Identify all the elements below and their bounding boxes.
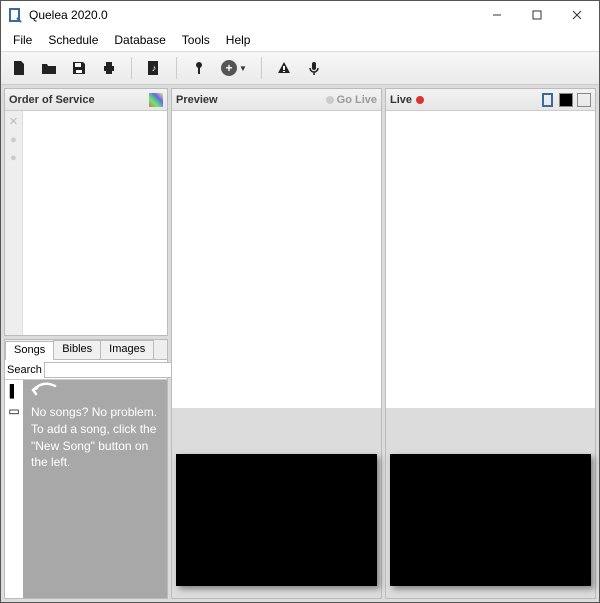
toolbar-separator — [261, 57, 262, 79]
tab-images[interactable]: Images — [100, 340, 154, 359]
preview-slides-list[interactable] — [172, 111, 381, 408]
theme-icon[interactable] — [149, 93, 163, 107]
maximize-button[interactable] — [517, 1, 557, 29]
songs-actions-strip: ▌ ▭ — [5, 380, 23, 598]
plus-icon: + — [221, 60, 237, 76]
new-song-button[interactable]: ♪ — [142, 56, 166, 80]
search-row: Search ✕ — [5, 360, 167, 380]
search-input[interactable] — [44, 362, 192, 378]
close-button[interactable] — [557, 1, 597, 29]
menu-schedule[interactable]: Schedule — [40, 31, 106, 49]
print-button[interactable] — [97, 56, 121, 80]
tab-songs[interactable]: Songs — [5, 341, 54, 360]
remove-item-button[interactable]: ✕ — [9, 115, 18, 128]
manage-notices-button[interactable] — [272, 56, 296, 80]
go-live-label: Go Live — [337, 94, 377, 106]
move-down-button[interactable]: ● — [10, 152, 17, 164]
preview-display — [176, 454, 377, 586]
svg-text:♪: ♪ — [152, 63, 157, 73]
live-header: Live — [386, 89, 595, 111]
open-schedule-button[interactable] — [37, 56, 61, 80]
left-column: Order of Service ✕ ● ● Songs Bibles — [4, 88, 168, 599]
preview-panel: Preview Go Live — [171, 88, 382, 599]
live-indicator-icon — [416, 96, 424, 104]
order-of-service-panel: Order of Service ✕ ● ● — [4, 88, 168, 336]
copy-to-schedule-button[interactable]: ▌ — [10, 384, 19, 398]
order-panel-title: Order of Service — [9, 94, 95, 106]
menubar: File Schedule Database Tools Help — [1, 29, 599, 51]
save-schedule-button[interactable] — [67, 56, 91, 80]
toolbar-separator — [131, 57, 132, 79]
add-item-dropdown[interactable]: + ▼ — [217, 56, 251, 80]
new-schedule-button[interactable] — [7, 56, 31, 80]
move-up-button[interactable]: ● — [10, 134, 17, 146]
live-body — [386, 111, 595, 598]
chevron-down-icon: ▼ — [239, 64, 247, 73]
song-options-button[interactable]: ▭ — [8, 404, 19, 418]
preview-column: Preview Go Live — [171, 88, 382, 599]
menu-file[interactable]: File — [5, 31, 40, 49]
empty-songs-text: No songs? No problem. To add a song, cli… — [31, 404, 159, 471]
hint-arrow-icon — [29, 382, 57, 398]
toolbar: ♪ + ▼ — [1, 51, 599, 85]
empty-songs-hint: No songs? No problem. To add a song, cli… — [23, 380, 167, 598]
black-screen-button[interactable] — [559, 93, 573, 107]
record-button[interactable] — [302, 56, 326, 80]
go-live-dot-icon — [326, 96, 334, 104]
live-column: Live — [385, 88, 596, 599]
preview-monitor-area — [172, 408, 381, 598]
live-display — [390, 454, 591, 586]
menu-database[interactable]: Database — [106, 31, 173, 49]
preview-header: Preview Go Live — [172, 89, 381, 111]
titlebar: Quelea 2020.0 — [1, 1, 599, 29]
live-monitor-area — [386, 408, 595, 598]
clear-screen-button[interactable] — [577, 93, 591, 107]
order-panel-header: Order of Service — [5, 89, 167, 111]
quick-insert-button[interactable] — [187, 56, 211, 80]
order-actions-strip: ✕ ● ● — [5, 111, 23, 335]
live-title: Live — [390, 94, 412, 106]
menu-help[interactable]: Help — [218, 31, 259, 49]
minimize-button[interactable] — [477, 1, 517, 29]
library-tabs: Songs Bibles Images — [5, 340, 167, 360]
main-area: Order of Service ✕ ● ● Songs Bibles — [1, 85, 599, 602]
menu-tools[interactable]: Tools — [174, 31, 218, 49]
app-icon — [7, 7, 23, 23]
order-list[interactable] — [23, 111, 167, 335]
go-live-button[interactable]: Go Live — [326, 94, 377, 106]
window-title: Quelea 2020.0 — [29, 8, 477, 22]
live-panel: Live — [385, 88, 596, 599]
preview-body — [172, 111, 381, 598]
preview-title: Preview — [176, 94, 218, 106]
library-panel: Songs Bibles Images Search ✕ ▌ ▭ No song… — [4, 339, 168, 599]
tab-bibles[interactable]: Bibles — [53, 340, 101, 359]
toolbar-separator — [176, 57, 177, 79]
search-label: Search — [7, 364, 42, 376]
live-slides-list[interactable] — [386, 111, 595, 408]
logo-background-button[interactable] — [541, 93, 555, 107]
songs-area: ▌ ▭ No songs? No problem. To add a song,… — [5, 380, 167, 598]
